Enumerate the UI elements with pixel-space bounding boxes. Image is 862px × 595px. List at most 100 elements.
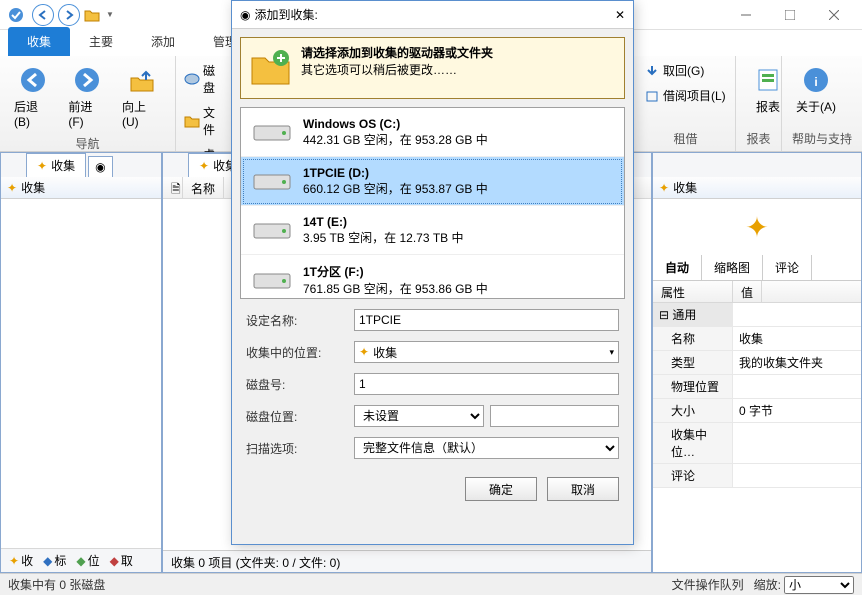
left-panel-header: ✦ 收集 bbox=[1, 177, 161, 199]
left-panel-tab-other[interactable]: ◉ bbox=[88, 156, 112, 177]
ok-button[interactable]: 确定 bbox=[465, 477, 537, 501]
zoom-label: 缩放: bbox=[754, 576, 781, 593]
about-button[interactable]: i 关于(A) bbox=[790, 60, 842, 119]
collect-location-combo[interactable]: ✦ 收集 ▾ bbox=[354, 341, 619, 363]
drive-info: 3.95 TB 空闲，在 12.73 TB 中 bbox=[303, 231, 464, 245]
tab-collect[interactable]: 收集 bbox=[8, 27, 70, 56]
prop-val: 我的收集文件夹 bbox=[733, 351, 861, 374]
left-bottom-tab-4[interactable]: ◆取 bbox=[106, 550, 137, 571]
prop-val bbox=[733, 464, 861, 487]
drive-info: 761.85 GB 空闲，在 953.86 GB 中 bbox=[303, 282, 488, 296]
left-bottom-tab-3[interactable]: ◆位 bbox=[72, 550, 103, 571]
qat-dropdown-icon[interactable]: ▼ bbox=[106, 10, 114, 19]
folder-add-icon bbox=[247, 44, 295, 92]
property-grid: ⊟ 通用 名称收集类型我的收集文件夹物理位置大小0 字节收集中位…评论 bbox=[653, 303, 861, 488]
col-icon[interactable]: 🗎 bbox=[163, 177, 183, 198]
collect-location-label: 收集中的位置: bbox=[246, 344, 346, 361]
drive-name: Windows OS (C:) bbox=[303, 117, 488, 131]
ribbon-group-help-label: 帮助与支持 bbox=[790, 128, 854, 149]
right-panel-header: ✦ 收集 bbox=[653, 177, 861, 199]
qat-forward-button[interactable] bbox=[58, 4, 80, 26]
status-left: 收集中有 0 张磁盘 bbox=[8, 576, 105, 593]
disk-number-input[interactable] bbox=[354, 373, 619, 395]
left-bottom-tab-2[interactable]: ◆标 bbox=[39, 550, 70, 571]
col-name[interactable]: 名称 bbox=[183, 177, 224, 198]
drive-info: 660.12 GB 空闲，在 953.87 GB 中 bbox=[303, 182, 488, 196]
cancel-button[interactable]: 取消 bbox=[547, 477, 619, 501]
star-icon: ✦ bbox=[37, 159, 47, 173]
star-icon: ✦ bbox=[7, 181, 17, 195]
disk-location-select[interactable]: 未设置 bbox=[354, 405, 484, 427]
drive-icon bbox=[251, 214, 293, 246]
add-disk-button[interactable]: 磁盘 bbox=[184, 60, 225, 98]
drive-list[interactable]: Windows OS (C:) 442.31 GB 空闲，在 953.28 GB … bbox=[240, 107, 625, 299]
scan-options-select[interactable]: 完整文件信息（默认） bbox=[354, 437, 619, 459]
ribbon-group-report-label: 报表 bbox=[744, 128, 773, 149]
nav-forward-button[interactable]: 前进(F) bbox=[62, 60, 112, 133]
drive-item[interactable]: 14T (E:) 3.95 TB 空闲，在 12.73 TB 中 bbox=[241, 206, 624, 255]
nav-up-label: 向上(U) bbox=[122, 98, 161, 129]
prop-key: 物理位置 bbox=[653, 375, 733, 398]
drive-item[interactable]: Windows OS (C:) 442.31 GB 空闲，在 953.28 GB … bbox=[241, 108, 624, 157]
scan-options-label: 扫描选项: bbox=[246, 440, 346, 457]
drive-name: 1TPCIE (D:) bbox=[303, 166, 488, 180]
drive-item[interactable]: 1TPCIE (D:) 660.12 GB 空闲，在 953.87 GB 中 bbox=[241, 157, 624, 206]
subtab-comment[interactable]: 评论 bbox=[763, 255, 812, 280]
svg-text:i: i bbox=[814, 75, 817, 89]
add-to-collection-dialog: ◉ 添加到收集: ✕ 请选择添加到收集的驱动器或文件夹 其它选项可以稍后被更改…… bbox=[231, 0, 634, 545]
prop-key: 大小 bbox=[653, 399, 733, 422]
preview-area: ✦ bbox=[653, 199, 861, 255]
left-panel-tab-collect[interactable]: ✦ 收集 bbox=[26, 153, 86, 177]
prop-val: 收集 bbox=[733, 327, 861, 350]
qat-folder-icon[interactable] bbox=[82, 5, 102, 25]
borrow-button[interactable]: 借阅项目(L) bbox=[644, 85, 726, 106]
disk-location-extra-input[interactable] bbox=[490, 405, 620, 427]
tab-main[interactable]: 主要 bbox=[70, 27, 132, 56]
drive-icon bbox=[251, 165, 293, 197]
subtab-auto[interactable]: 自动 bbox=[653, 255, 702, 280]
nav-up-button[interactable]: 向上(U) bbox=[116, 60, 167, 133]
nav-back-button[interactable]: 后退(B) bbox=[8, 60, 58, 133]
status-queue[interactable]: 文件操作队列 bbox=[672, 576, 744, 593]
prop-key: 类型 bbox=[653, 351, 733, 374]
dialog-title: 添加到收集: bbox=[254, 6, 317, 23]
app-icon bbox=[6, 5, 26, 25]
chevron-down-icon: ▾ bbox=[609, 347, 614, 358]
star-icon: ✦ bbox=[659, 181, 669, 195]
disc-icon: ◉ bbox=[95, 160, 105, 174]
drive-info: 442.31 GB 空闲，在 953.28 GB 中 bbox=[303, 133, 488, 147]
left-bottom-tab-1[interactable]: ✦收 bbox=[5, 550, 37, 571]
col-prop[interactable]: 属性 bbox=[653, 281, 733, 302]
tab-add[interactable]: 添加 bbox=[132, 27, 194, 56]
dialog-close-button[interactable]: ✕ bbox=[615, 8, 625, 22]
reports-label: 报表 bbox=[756, 98, 780, 115]
close-button[interactable] bbox=[812, 0, 856, 30]
drive-icon bbox=[251, 264, 293, 296]
star-icon: ✦ bbox=[199, 159, 209, 173]
drive-name: 14T (E:) bbox=[303, 215, 464, 229]
drive-name: 1T分区 (F:) bbox=[303, 263, 488, 280]
col-val[interactable]: 值 bbox=[733, 281, 762, 302]
prop-val: 0 字节 bbox=[733, 399, 861, 422]
qat-back-button[interactable] bbox=[32, 4, 54, 26]
prop-key: 名称 bbox=[653, 327, 733, 350]
device-name-label: 设定名称: bbox=[246, 312, 346, 329]
dialog-icon: ◉ bbox=[240, 8, 250, 22]
zoom-select[interactable]: 小 bbox=[784, 576, 854, 594]
dialog-banner: 请选择添加到收集的驱动器或文件夹 其它选项可以稍后被更改…… bbox=[240, 37, 625, 99]
prop-key: 收集中位… bbox=[653, 423, 733, 463]
mid-statusbar: 收集 0 项目 (文件夹: 0 / 文件: 0) bbox=[163, 550, 651, 572]
ribbon-group-rent-label: 租借 bbox=[644, 128, 727, 149]
minimize-button[interactable] bbox=[724, 0, 768, 30]
drive-item[interactable]: 1T分区 (F:) 761.85 GB 空闲，在 953.86 GB 中 bbox=[241, 255, 624, 299]
subtab-thumb[interactable]: 缩略图 bbox=[702, 255, 763, 280]
prop-val bbox=[733, 375, 861, 398]
left-tree[interactable] bbox=[1, 199, 161, 548]
prop-key: 评论 bbox=[653, 464, 733, 487]
retrieve-button[interactable]: 取回(G) bbox=[644, 60, 704, 81]
device-name-input[interactable] bbox=[354, 309, 619, 331]
drive-icon bbox=[251, 116, 293, 148]
add-file-button[interactable]: 文件 bbox=[184, 102, 225, 140]
nav-forward-label: 前进(F) bbox=[68, 98, 106, 129]
maximize-button[interactable] bbox=[768, 0, 812, 30]
